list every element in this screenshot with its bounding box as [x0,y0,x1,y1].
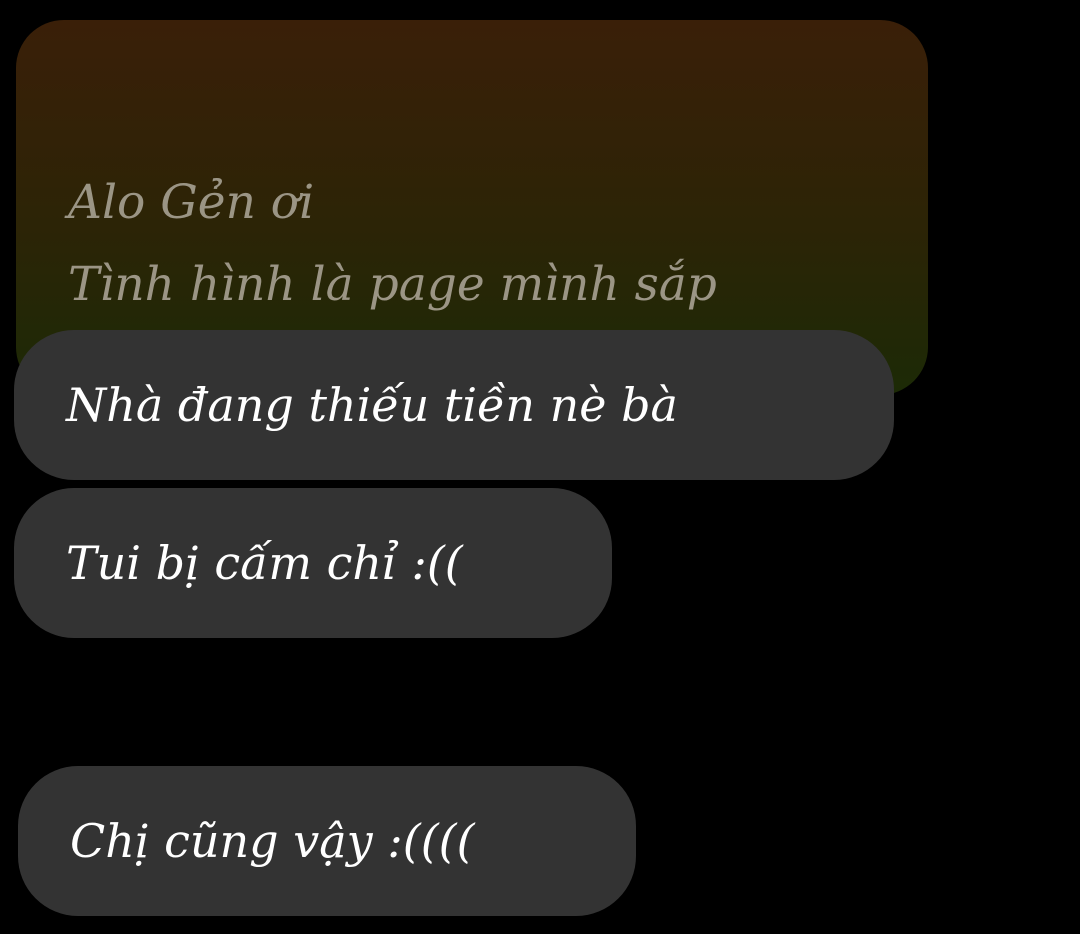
message-text: Chị cũng vậy :(((( [70,814,475,868]
message-text: Tui bị cấm chỉ :(( [66,536,463,590]
chat-area: Alo Gẻn ơi Tình hình là page mình sắp hợ… [0,0,1080,934]
message-bubble[interactable]: Tui bị cấm chỉ :(( [14,488,612,638]
message-text: Nhà đang thiếu tiền nè bà [66,378,678,432]
message-bubble[interactable]: Chị cũng vậy :(((( [18,766,636,916]
message-bubble[interactable]: Nhà đang thiếu tiền nè bà [14,330,894,480]
